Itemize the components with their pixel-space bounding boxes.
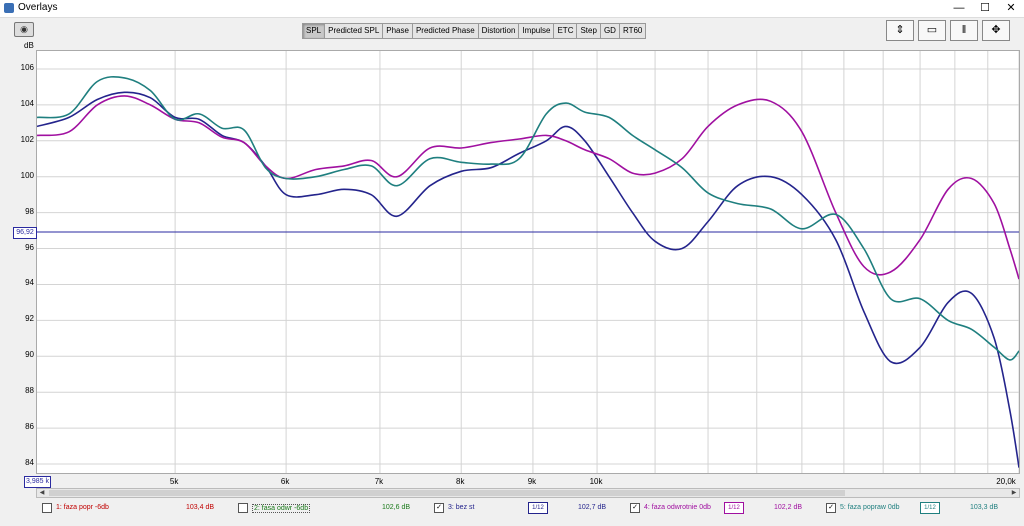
- legend-item: ✓ 3: bez st 1/12 102,7 dB: [428, 500, 624, 517]
- scroll-right-icon[interactable]: ▶: [1009, 489, 1019, 497]
- y-tick-label: 84: [25, 458, 34, 468]
- tab-predicted-phase[interactable]: Predicted Phase: [413, 24, 479, 38]
- spl-chart[interactable]: [37, 51, 1019, 473]
- y-tick-label: 104: [20, 98, 34, 108]
- y-axis-unit: dB: [24, 41, 34, 50]
- legend-bar: 1: faza popr -6db 103,4 dB 2: fasa odwr -6…: [36, 500, 1020, 517]
- tab-phase[interactable]: Phase: [383, 24, 413, 38]
- scroll-left-icon[interactable]: ◀: [37, 489, 47, 497]
- title-bar: Overlays — ☐ ✕: [0, 0, 1024, 18]
- y-tick-label: 102: [20, 134, 34, 144]
- series-line-4[interactable]: [37, 95, 1019, 280]
- minimize-button[interactable]: —: [946, 0, 972, 17]
- display-settings-icon[interactable]: ▭: [918, 20, 946, 41]
- x-tick-label: 5k: [169, 477, 179, 486]
- legend-checkbox[interactable]: ✓: [826, 503, 836, 513]
- smoothing-button[interactable]: 1/12: [724, 502, 744, 514]
- x-tick-label: 8k: [455, 477, 465, 486]
- x-tick-label: 10k: [589, 477, 603, 486]
- tab-distortion[interactable]: Distortion: [479, 24, 520, 38]
- legend-name[interactable]: 4: faza odwrotnie 0db: [644, 504, 711, 511]
- legend-checkbox[interactable]: ✓: [630, 503, 640, 513]
- horizontal-scrollbar[interactable]: ◀ ▶: [36, 488, 1020, 498]
- app-icon: [4, 3, 14, 13]
- x-tick-label: 7k: [374, 477, 384, 486]
- cursor-y-readout[interactable]: 96,92: [13, 227, 37, 239]
- y-tick-label: 92: [25, 314, 34, 324]
- legend-name[interactable]: 2: fasa odwr -6db: [252, 504, 311, 513]
- legend-name[interactable]: 3: bez st: [448, 504, 474, 511]
- smoothing-button[interactable]: 1/12: [528, 502, 548, 514]
- x-tick-label: 9k: [527, 477, 537, 486]
- legend-value: 102,7 dB: [578, 504, 607, 511]
- legend-checkbox[interactable]: [42, 503, 52, 513]
- scroll-thumb[interactable]: [49, 490, 845, 496]
- legend-value: 103,3 dB: [970, 504, 999, 511]
- y-tick-label: 94: [25, 278, 34, 288]
- y-tick-label: 98: [25, 206, 34, 216]
- graph-type-tabs: SPL Predicted SPL Phase Predicted Phase Dist…: [302, 23, 647, 39]
- cursor-x-readout[interactable]: 3,985 k: [24, 476, 51, 488]
- smoothing-button[interactable]: 1/12: [920, 502, 940, 514]
- legend-value: 103,4 dB: [186, 504, 215, 511]
- legend-item: ✓ 4: faza odwrotnie 0db 1/12 102,2 dB: [624, 500, 820, 517]
- tab-predicted-spl[interactable]: Predicted SPL: [325, 24, 384, 38]
- legend-value: 102,6 dB: [382, 504, 411, 511]
- legend-name[interactable]: 1: faza popr -6db: [56, 504, 109, 511]
- legend-item: ✓ 5: faza popraw 0db 1/12 103,3 dB: [820, 500, 1016, 517]
- x-tick-label: 6k: [280, 477, 290, 486]
- legend-item: 1: faza popr -6db 103,4 dB: [36, 500, 232, 517]
- x-tick-label: 20,0k: [996, 477, 1016, 486]
- series-line-5[interactable]: [37, 75, 1019, 361]
- legend-name[interactable]: 5: faza popraw 0db: [840, 504, 900, 511]
- y-tick-label: 90: [25, 350, 34, 360]
- close-button[interactable]: ✕: [998, 0, 1024, 17]
- y-tick-label: 100: [20, 170, 34, 180]
- legend-item: 2: fasa odwr -6db 102,6 dB: [232, 500, 428, 517]
- y-tick-label: 96: [25, 242, 34, 252]
- camera-icon[interactable]: ◉: [14, 22, 34, 37]
- tab-spl[interactable]: SPL: [303, 24, 326, 38]
- tab-impulse[interactable]: Impulse: [519, 24, 555, 38]
- fit-all-icon[interactable]: ✥: [982, 20, 1010, 41]
- maximize-button[interactable]: ☐: [972, 0, 998, 17]
- tab-etc[interactable]: ETC: [554, 24, 578, 38]
- window-title: Overlays: [18, 2, 58, 13]
- tab-step[interactable]: Step: [577, 24, 601, 38]
- split-view-icon[interactable]: ‖: [950, 20, 978, 41]
- plot-area[interactable]: [36, 50, 1020, 474]
- legend-checkbox[interactable]: [238, 503, 248, 513]
- vertical-fit-icon[interactable]: ⇕: [886, 20, 914, 41]
- tab-gd[interactable]: GD: [601, 24, 620, 38]
- series-line-3[interactable]: [37, 91, 1019, 468]
- y-tick-label: 106: [20, 62, 34, 72]
- tab-rt60[interactable]: RT60: [620, 24, 645, 38]
- legend-checkbox[interactable]: ✓: [434, 503, 444, 513]
- legend-value: 102,2 dB: [774, 504, 803, 511]
- y-tick-label: 88: [25, 386, 34, 396]
- y-tick-label: 86: [25, 422, 34, 432]
